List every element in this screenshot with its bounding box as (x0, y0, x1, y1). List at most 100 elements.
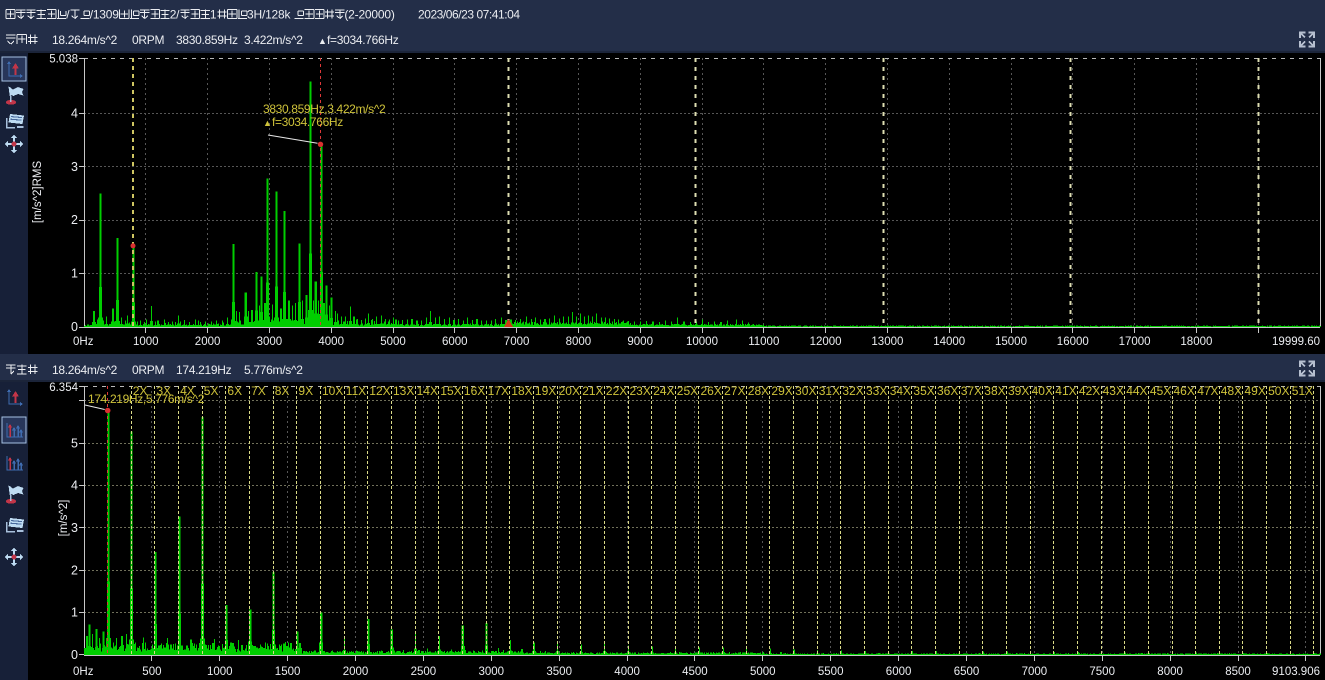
svg-text:5: 5 (71, 436, 78, 450)
svg-text:4500: 4500 (682, 666, 708, 678)
svg-text:47X: 47X (1197, 384, 1218, 398)
svg-text:0RPM: 0RPM (132, 33, 164, 47)
svg-text:3500: 3500 (546, 666, 572, 678)
svg-text:31X: 31X (819, 384, 840, 398)
svg-text:/1309: /1309 (90, 8, 120, 22)
svg-text:3000: 3000 (479, 666, 505, 678)
svg-text:3H/128k: 3H/128k (247, 8, 291, 22)
svg-text:4: 4 (71, 479, 78, 493)
svg-text:[m/s^2]: [m/s^2] (58, 500, 70, 537)
svg-text:6X: 6X (227, 384, 242, 398)
svg-text:8500: 8500 (1225, 666, 1251, 678)
svg-text:5.776m/s^2: 5.776m/s^2 (244, 363, 303, 377)
svg-text:(2-20000): (2-20000) (344, 8, 394, 22)
svg-text:6500: 6500 (954, 666, 980, 678)
svg-text:12000: 12000 (810, 336, 842, 348)
svg-text:21X: 21X (582, 384, 603, 398)
svg-text:0: 0 (71, 648, 78, 662)
svg-text:0: 0 (71, 320, 78, 334)
svg-text:3: 3 (71, 160, 78, 174)
svg-text:174.219Hz: 174.219Hz (176, 363, 232, 377)
svg-text:4000: 4000 (614, 666, 640, 678)
svg-text:13000: 13000 (871, 336, 903, 348)
svg-text:36X: 36X (937, 384, 958, 398)
svg-text:17000: 17000 (1119, 336, 1151, 348)
svg-text:25X: 25X (677, 384, 698, 398)
svg-text:1500: 1500 (275, 666, 301, 678)
svg-text:27X: 27X (724, 384, 745, 398)
svg-text:5500: 5500 (818, 666, 844, 678)
svg-text:38X: 38X (984, 384, 1005, 398)
svg-text:9103.906: 9103.906 (1272, 666, 1320, 678)
svg-text:19X: 19X (535, 384, 556, 398)
svg-text:2: 2 (71, 563, 78, 577)
svg-text:9X: 9X (298, 384, 313, 398)
svg-text:3.422m/s^2: 3.422m/s^2 (244, 33, 303, 47)
svg-text:5000: 5000 (380, 336, 406, 348)
svg-text:1: 1 (210, 8, 217, 22)
svg-text:33X: 33X (866, 384, 887, 398)
svg-text:18000: 18000 (1180, 336, 1212, 348)
svg-text:48X: 48X (1221, 384, 1242, 398)
svg-text:26X: 26X (701, 384, 722, 398)
svg-text:17X: 17X (488, 384, 509, 398)
svg-text:15X: 15X (440, 384, 461, 398)
svg-text:7X: 7X (251, 384, 266, 398)
svg-text:1: 1 (71, 606, 78, 620)
svg-text:9000: 9000 (627, 336, 653, 348)
svg-text:41X: 41X (1055, 384, 1076, 398)
svg-text:2000: 2000 (195, 336, 221, 348)
svg-text:6000: 6000 (442, 336, 468, 348)
svg-text:40X: 40X (1032, 384, 1053, 398)
svg-text:42X: 42X (1079, 384, 1100, 398)
svg-text:11X: 11X (346, 384, 366, 398)
svg-text:4000: 4000 (318, 336, 344, 348)
svg-text:50X: 50X (1268, 384, 1289, 398)
svg-text:23X: 23X (630, 384, 651, 398)
svg-text:3000: 3000 (257, 336, 283, 348)
svg-text:51X: 51X (1292, 384, 1313, 398)
svg-text:5.038: 5.038 (49, 54, 78, 66)
svg-text:12X: 12X (369, 384, 390, 398)
svg-text:[m/s^2]RMS: [m/s^2]RMS (32, 161, 44, 224)
svg-text:15000: 15000 (995, 336, 1027, 348)
svg-text:30X: 30X (795, 384, 816, 398)
svg-text:4: 4 (71, 106, 78, 120)
svg-text:5000: 5000 (750, 666, 776, 678)
svg-text:19999.60: 19999.60 (1272, 336, 1320, 348)
svg-text:0Hz: 0Hz (73, 666, 94, 678)
svg-text:46X: 46X (1174, 384, 1195, 398)
svg-text:14000: 14000 (933, 336, 965, 348)
svg-text:13X: 13X (393, 384, 414, 398)
svg-text:20X: 20X (559, 384, 580, 398)
svg-text:f=3034.766Hz: f=3034.766Hz (327, 33, 399, 47)
svg-text:0RPM: 0RPM (132, 363, 164, 377)
svg-text:3: 3 (71, 521, 78, 535)
svg-text:37X: 37X (961, 384, 982, 398)
svg-text:14X: 14X (417, 384, 438, 398)
svg-text:44X: 44X (1126, 384, 1147, 398)
svg-text:7000: 7000 (504, 336, 530, 348)
svg-text:▲: ▲ (318, 36, 327, 46)
svg-text:2000: 2000 (343, 666, 369, 678)
svg-text:500: 500 (142, 666, 161, 678)
svg-text:6.354: 6.354 (49, 382, 78, 394)
svg-text:2: 2 (71, 213, 78, 227)
svg-text:8000: 8000 (1157, 666, 1183, 678)
svg-text:43X: 43X (1103, 384, 1124, 398)
svg-text:34X: 34X (890, 384, 911, 398)
svg-text:22X: 22X (606, 384, 627, 398)
svg-text:29X: 29X (771, 384, 792, 398)
svg-text:49X: 49X (1245, 384, 1266, 398)
svg-text:0Hz: 0Hz (73, 336, 94, 348)
svg-text:1: 1 (71, 267, 78, 281)
svg-text:10000: 10000 (686, 336, 718, 348)
svg-text:f=3034.766Hz: f=3034.766Hz (272, 115, 343, 129)
svg-text:▲: ▲ (263, 118, 272, 128)
svg-text:1000: 1000 (207, 666, 233, 678)
svg-text:3830.859Hz,3.422m/s^2: 3830.859Hz,3.422m/s^2 (263, 102, 386, 116)
svg-text:24X: 24X (653, 384, 674, 398)
svg-text:2023/06/23 07:41:04: 2023/06/23 07:41:04 (418, 8, 520, 22)
svg-text:32X: 32X (842, 384, 863, 398)
svg-text:16000: 16000 (1057, 336, 1089, 348)
